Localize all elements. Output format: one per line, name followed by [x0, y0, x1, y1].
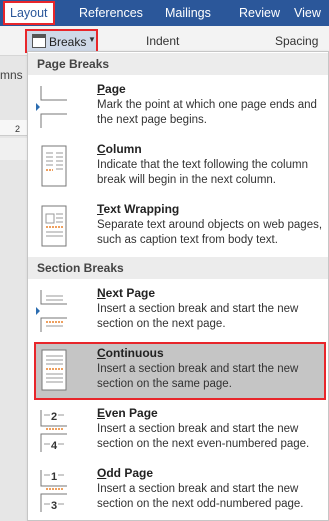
odd-page-bottom-number: 3 [51, 500, 57, 512]
page-break-icon [36, 82, 68, 130]
item-description: Separate text around objects on web page… [97, 219, 323, 246]
odd-page-section-break-item[interactable]: 1 3 Odd Page Insert a section break and … [28, 462, 328, 520]
ruler-number: 2 [15, 124, 21, 134]
columns-label-fragment: mns [0, 68, 23, 82]
odd-page-icon: 1 3 [36, 466, 68, 514]
column-break-item[interactable]: Column Indicate that the text following … [28, 138, 328, 196]
text-wrapping-break-item[interactable]: Text Wrapping Separate text around objec… [28, 198, 328, 256]
ruler [0, 120, 27, 136]
breaks-button[interactable]: Breaks ▼ [25, 29, 98, 53]
item-title: Column [97, 142, 142, 156]
breaks-icon [32, 34, 46, 48]
indent-label: Indent [146, 34, 180, 48]
section-breaks-header: Section Breaks [28, 257, 328, 279]
item-description: Insert a section break and start the new… [97, 303, 299, 330]
odd-page-top-number: 1 [51, 471, 57, 483]
breaks-menu: Page Breaks Page Mark the point at which… [27, 51, 329, 521]
page-breaks-header: Page Breaks [28, 53, 328, 75]
continuous-section-break-item[interactable]: Continuous Insert a section break and st… [34, 342, 326, 400]
ribbon-tab-bar: Layout References Mailings Review View [0, 0, 329, 26]
item-title: Odd Page [97, 466, 154, 480]
item-title: Even Page [97, 406, 158, 420]
document-background: mns 2 [0, 56, 27, 521]
item-description: Insert a section break and start the new… [97, 483, 304, 510]
item-description: Indicate that the text following the col… [97, 159, 308, 186]
tab-view[interactable]: View [294, 0, 321, 26]
text-wrapping-icon [36, 202, 68, 250]
continuous-icon [36, 346, 68, 394]
page-area [0, 138, 27, 160]
tab-references[interactable]: References [79, 0, 143, 26]
even-page-section-break-item[interactable]: 2 4 Even Page Insert a section break and… [28, 402, 328, 460]
even-page-bottom-number: 4 [51, 440, 58, 452]
next-page-icon [36, 286, 68, 334]
column-break-icon [36, 142, 68, 190]
item-description: Mark the point at which one page ends an… [97, 99, 317, 126]
spacing-label: Spacing [275, 34, 319, 48]
next-page-section-break-item[interactable]: Next Page Insert a section break and sta… [28, 282, 328, 340]
even-page-top-number: 2 [51, 411, 57, 423]
item-description: Insert a section break and start the new… [97, 363, 299, 390]
page-break-item[interactable]: Page Mark the point at which one page en… [28, 78, 328, 136]
item-description: Insert a section break and start the new… [97, 423, 310, 450]
tab-layout[interactable]: Layout [3, 1, 55, 25]
tab-review[interactable]: Review [239, 0, 280, 26]
item-title: Next Page [97, 286, 156, 300]
item-title: Page [97, 82, 126, 96]
even-page-icon: 2 4 [36, 406, 68, 454]
chevron-down-icon: ▼ [88, 35, 96, 44]
item-title: Text Wrapping [97, 202, 180, 216]
item-title: Continuous [97, 346, 164, 360]
tab-mailings[interactable]: Mailings [165, 0, 211, 26]
breaks-label: Breaks [49, 35, 87, 49]
